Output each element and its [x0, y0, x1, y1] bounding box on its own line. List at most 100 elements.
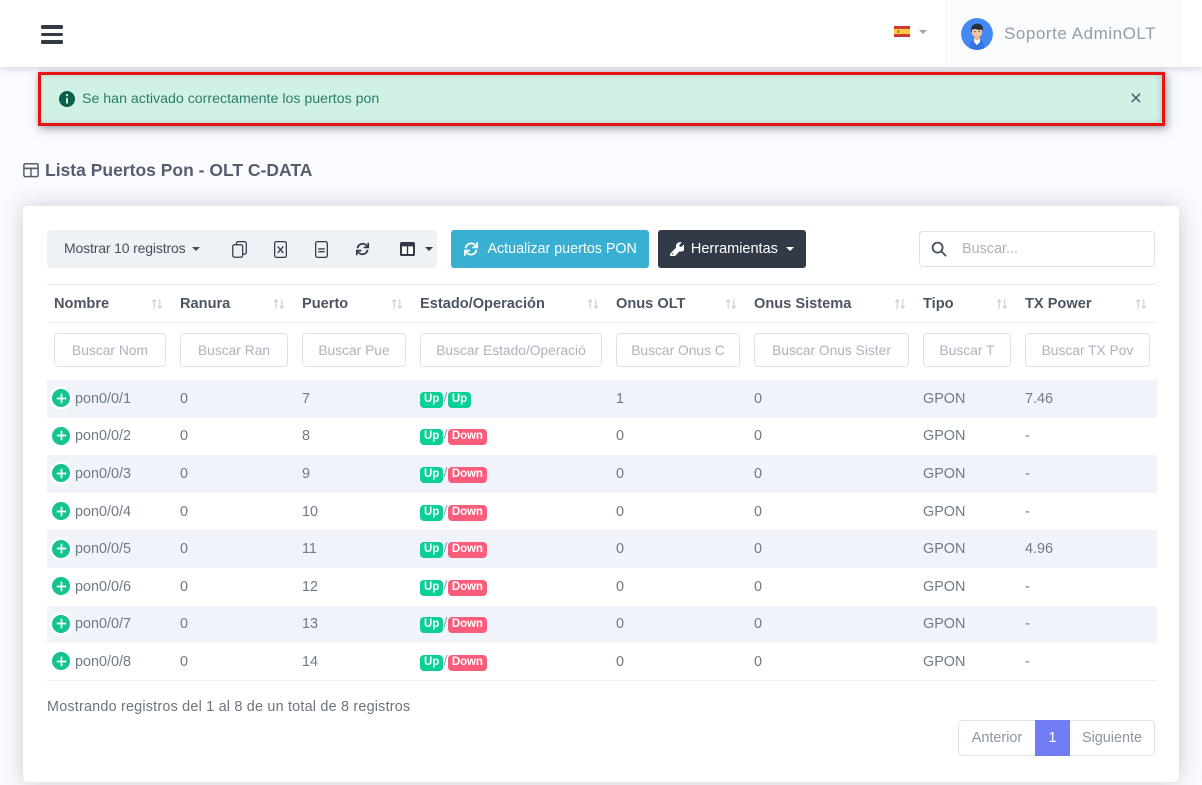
- pagination-previous[interactable]: Anterior: [958, 720, 1035, 756]
- tipo-cell: GPON: [916, 418, 1018, 456]
- table-header-row: NombreRanuraPuertoEstado/OperaciónOnus O…: [47, 285, 1157, 323]
- estado-badge: Up: [420, 392, 443, 408]
- onus-sistema-cell: 0: [747, 643, 916, 681]
- filter-input-estado-operaci-n[interactable]: [420, 333, 602, 367]
- operacion-badge: Up: [448, 392, 471, 408]
- ranura-cell: 0: [173, 455, 295, 493]
- refresh-pon-ports-button[interactable]: Actualizar puertos PON: [451, 230, 648, 268]
- badge-separator: /: [444, 427, 448, 442]
- tx-power-cell: 7.46: [1018, 380, 1157, 418]
- sort-icon[interactable]: [391, 297, 403, 310]
- length-menu[interactable]: Mostrar 10 registros: [64, 240, 185, 256]
- puerto-cell: 13: [295, 606, 413, 644]
- expand-row-icon[interactable]: [52, 464, 70, 482]
- sort-icon[interactable]: [894, 297, 906, 310]
- ranura-cell: 0: [173, 530, 295, 568]
- column-header-tx-power[interactable]: TX Power: [1018, 285, 1157, 323]
- column-header-ranura[interactable]: Ranura: [173, 285, 295, 323]
- column-header-onus-sistema[interactable]: Onus Sistema: [747, 285, 916, 323]
- filter-input-ranura[interactable]: [180, 333, 288, 367]
- sort-icon[interactable]: [273, 297, 285, 310]
- operacion-badge: Down: [448, 429, 487, 445]
- nombre-cell: pon0/0/2: [47, 418, 173, 456]
- filter-input-onus-sistema[interactable]: [754, 333, 909, 367]
- table-toolbar: Mostrar 10 registros: [47, 230, 1155, 268]
- user-menu[interactable]: Soporte AdminOLT: [945, 0, 1180, 67]
- pagination-page-1[interactable]: 1: [1035, 720, 1070, 756]
- reload-button[interactable]: [355, 241, 370, 257]
- expand-row-icon[interactable]: [52, 427, 70, 445]
- onus-sistema-cell: 0: [747, 455, 916, 493]
- pagination-row: Anterior 1 Siguiente: [47, 720, 1155, 756]
- table-filter-row: [47, 323, 1157, 381]
- estado-operacion-cell: Up/Down: [413, 606, 609, 644]
- expand-row-icon[interactable]: [52, 577, 70, 595]
- operacion-badge: Down: [448, 467, 487, 483]
- expand-row-icon[interactable]: [52, 652, 70, 670]
- sort-icon[interactable]: [725, 297, 737, 310]
- filter-cell: [1018, 323, 1157, 381]
- excel-export-button[interactable]: [273, 241, 288, 258]
- topbar: Soporte AdminOLT: [0, 0, 1202, 67]
- tx-power-cell: -: [1018, 606, 1157, 644]
- filter-cell: [173, 323, 295, 381]
- filter-input-puerto[interactable]: [302, 333, 406, 367]
- badge-separator: /: [444, 540, 448, 555]
- alert-close-button[interactable]: ×: [1130, 88, 1142, 109]
- filter-cell: [413, 323, 609, 381]
- filter-cell: [295, 323, 413, 381]
- expand-row-icon[interactable]: [52, 389, 70, 407]
- tipo-cell: GPON: [916, 455, 1018, 493]
- page-content: Se han activado correctamente los puerto…: [0, 74, 1202, 782]
- ranura-cell: 0: [173, 606, 295, 644]
- column-visibility-button[interactable]: [400, 242, 433, 256]
- file-export-button[interactable]: [314, 241, 329, 258]
- operacion-badge: Down: [448, 617, 487, 633]
- pagination-next[interactable]: Siguiente: [1070, 720, 1155, 756]
- onus-sistema-cell: 0: [747, 568, 916, 606]
- column-header-estado-operaci-n[interactable]: Estado/Operación: [413, 285, 609, 323]
- operacion-badge: Down: [448, 505, 487, 521]
- estado-operacion-cell: Up/Down: [413, 530, 609, 568]
- nombre-cell: pon0/0/5: [47, 530, 173, 568]
- sort-icon[interactable]: [996, 297, 1008, 310]
- expand-row-icon[interactable]: [52, 540, 70, 558]
- sort-icon[interactable]: [587, 297, 599, 310]
- filter-input-tx-power[interactable]: [1025, 333, 1150, 367]
- search-input[interactable]: [919, 231, 1155, 267]
- column-header-onus-olt[interactable]: Onus OLT: [609, 285, 747, 323]
- expand-row-icon[interactable]: [52, 615, 70, 633]
- sort-icon[interactable]: [1135, 297, 1147, 310]
- column-header-nombre[interactable]: Nombre: [47, 285, 173, 323]
- tipo-cell: GPON: [916, 493, 1018, 531]
- search-icon: [931, 241, 947, 257]
- copy-button[interactable]: [232, 241, 247, 258]
- onus-sistema-cell: 0: [747, 606, 916, 644]
- expand-row-icon[interactable]: [52, 502, 70, 520]
- filter-cell: [609, 323, 747, 381]
- sort-icon[interactable]: [151, 297, 163, 310]
- nombre-cell: pon0/0/1: [47, 380, 173, 418]
- onus-sistema-cell: 0: [747, 418, 916, 456]
- ranura-cell: 0: [173, 643, 295, 681]
- filter-input-nombre[interactable]: [54, 333, 166, 367]
- tools-dropdown-button[interactable]: Herramientas: [658, 230, 806, 268]
- chevron-down-icon: [919, 30, 927, 34]
- filter-input-onus-olt[interactable]: [616, 333, 740, 367]
- column-header-tipo[interactable]: Tipo: [916, 285, 1018, 323]
- onus-olt-cell: 0: [609, 455, 747, 493]
- nombre-cell: pon0/0/7: [47, 606, 173, 644]
- column-header-puerto[interactable]: Puerto: [295, 285, 413, 323]
- language-dropdown[interactable]: [881, 0, 945, 65]
- table-row-pon0/0/8: pon0/0/8014Up/Down00GPON-: [47, 643, 1157, 681]
- ranura-cell: 0: [173, 380, 295, 418]
- estado-badge: Up: [420, 580, 443, 596]
- tx-power-cell: -: [1018, 493, 1157, 531]
- badge-separator: /: [444, 578, 448, 593]
- port-name: pon0/0/4: [75, 503, 131, 519]
- filter-input-tipo[interactable]: [923, 333, 1011, 367]
- badge-separator: /: [444, 503, 448, 518]
- tipo-cell: GPON: [916, 643, 1018, 681]
- spain-flag-icon: [894, 26, 910, 37]
- menu-toggle-button[interactable]: [41, 25, 63, 43]
